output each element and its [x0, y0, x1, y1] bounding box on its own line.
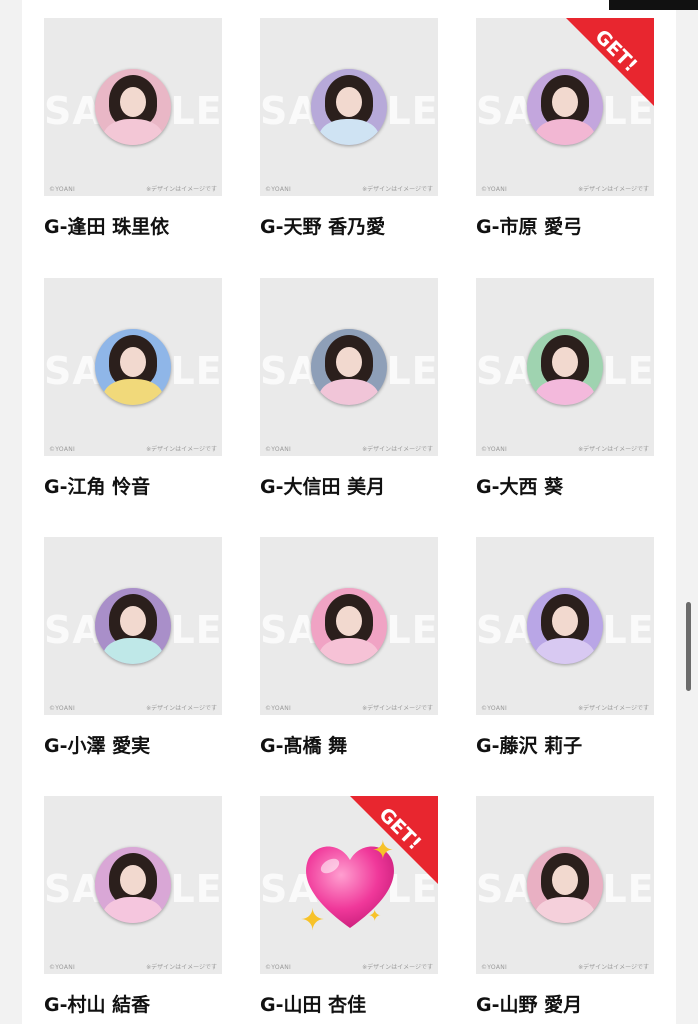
design-note-text: ※デザインはイメージです	[578, 446, 649, 453]
badge-item-card[interactable]: SAMPLE©YOANI※デザインはイメージですG-髙橋 舞	[260, 537, 438, 763]
copyright-text: ©YOANI	[265, 446, 292, 453]
member-photo-badge	[95, 69, 171, 145]
copyright-text: ©YOANI	[481, 705, 508, 712]
member-photo-badge	[95, 847, 171, 923]
get-corner-ribbon: GET!	[350, 796, 438, 884]
badge-thumbnail[interactable]: SAMPLE©YOANI※デザインはイメージです	[260, 278, 438, 456]
member-name: G-天野 香乃愛	[260, 216, 386, 238]
badge-thumbnail[interactable]: SAMPLE©YOANI※デザインはイメージですGET!	[476, 18, 654, 196]
copyright-text: ©YOANI	[481, 186, 508, 193]
badge-item-card[interactable]: SAMPLE©YOANI※デザインはイメージですG-大西 葵	[476, 278, 654, 504]
badge-thumbnail[interactable]: SAMPLE©YOANI※デザインはイメージです	[260, 537, 438, 715]
member-photo-badge	[527, 329, 603, 405]
copyright-text: ©YOANI	[49, 964, 76, 971]
member-name: G-大西 葵	[476, 476, 564, 498]
design-note-text: ※デザインはイメージです	[578, 186, 649, 193]
sparkle-icon: ✦	[300, 903, 326, 938]
member-photo-badge	[95, 329, 171, 405]
badge-thumbnail[interactable]: SAMPLE©YOANI※デザインはイメージです	[476, 537, 654, 715]
badge-item-card[interactable]: SAMPLE©YOANI※デザインはイメージですG-大信田 美月	[260, 278, 438, 504]
badge-thumbnail[interactable]: SAMPLE©YOANI※デザインはイメージです	[44, 796, 222, 974]
member-name: G-逢田 珠里依	[44, 216, 170, 238]
copyright-text: ©YOANI	[265, 705, 292, 712]
member-name: G-山野 愛月	[476, 994, 583, 1016]
member-photo-badge	[95, 588, 171, 664]
member-name: G-藤沢 莉子	[476, 735, 583, 757]
design-note-text: ※デザインはイメージです	[362, 446, 433, 453]
badge-item-card[interactable]: SAMPLE©YOANI※デザインはイメージですGET!G-市原 愛弓	[476, 18, 654, 244]
design-note-text: ※デザインはイメージです	[146, 964, 217, 971]
badge-item-card[interactable]: SAMPLE©YOANI※デザインはイメージですG-藤沢 莉子	[476, 537, 654, 763]
design-note-text: ※デザインはイメージです	[362, 186, 433, 193]
top-bar-fragment	[609, 0, 698, 10]
sparkle-icon: ✦	[368, 906, 382, 925]
member-photo-badge	[311, 588, 387, 664]
member-name: G-市原 愛弓	[476, 216, 583, 238]
get-corner-ribbon: GET!	[566, 18, 654, 106]
copyright-text: ©YOANI	[265, 186, 292, 193]
badge-item-card[interactable]: SAMPLE©YOANI※デザインはイメージですG-天野 香乃愛	[260, 18, 438, 244]
badge-item-card[interactable]: SAMPLE©YOANI※デザインはイメージですG-小澤 愛実	[44, 537, 222, 763]
copyright-text: ©YOANI	[481, 964, 508, 971]
badge-item-card[interactable]: SAMPLE©YOANI※デザインはイメージですG-村山 結香	[44, 796, 222, 1022]
member-name: G-江角 怜音	[44, 476, 151, 498]
badge-item-card[interactable]: SAMPLE©YOANI※デザインはイメージですG-山野 愛月	[476, 796, 654, 1022]
copyright-text: ©YOANI	[49, 446, 76, 453]
badge-item-card[interactable]: SAMPLE✦✦✦©YOANI※デザインはイメージですGET!G-山田 杏佳	[260, 796, 438, 1022]
badge-thumbnail[interactable]: SAMPLE©YOANI※デザインはイメージです	[476, 796, 654, 974]
member-name: G-山田 杏佳	[260, 994, 367, 1016]
scrollbar-thumb[interactable]	[686, 602, 691, 691]
design-note-text: ※デザインはイメージです	[146, 705, 217, 712]
design-note-text: ※デザインはイメージです	[578, 964, 649, 971]
badge-item-card[interactable]: SAMPLE©YOANI※デザインはイメージですG-逢田 珠里依	[44, 18, 222, 244]
copyright-text: ©YOANI	[481, 446, 508, 453]
member-photo-badge	[527, 847, 603, 923]
badge-thumbnail[interactable]: SAMPLE©YOANI※デザインはイメージです	[44, 18, 222, 196]
badge-thumbnail[interactable]: SAMPLE✦✦✦©YOANI※デザインはイメージですGET!	[260, 796, 438, 974]
member-photo-badge	[311, 329, 387, 405]
member-name: G-髙橋 舞	[260, 735, 348, 757]
member-name: G-大信田 美月	[260, 476, 386, 498]
design-note-text: ※デザインはイメージです	[578, 705, 649, 712]
badge-item-card[interactable]: SAMPLE©YOANI※デザインはイメージですG-江角 怜音	[44, 278, 222, 504]
copyright-text: ©YOANI	[49, 186, 76, 193]
design-note-text: ※デザインはイメージです	[362, 705, 433, 712]
copyright-text: ©YOANI	[265, 964, 292, 971]
badge-thumbnail[interactable]: SAMPLE©YOANI※デザインはイメージです	[44, 537, 222, 715]
badge-thumbnail[interactable]: SAMPLE©YOANI※デザインはイメージです	[44, 278, 222, 456]
member-name: G-村山 結香	[44, 994, 151, 1016]
design-note-text: ※デザインはイメージです	[362, 964, 433, 971]
badge-thumbnail[interactable]: SAMPLE©YOANI※デザインはイメージです	[260, 18, 438, 196]
design-note-text: ※デザインはイメージです	[146, 446, 217, 453]
copyright-text: ©YOANI	[49, 705, 76, 712]
member-photo-badge	[311, 69, 387, 145]
member-name: G-小澤 愛実	[44, 735, 151, 757]
design-note-text: ※デザインはイメージです	[146, 186, 217, 193]
badge-thumbnail[interactable]: SAMPLE©YOANI※デザインはイメージです	[476, 278, 654, 456]
member-photo-badge	[527, 588, 603, 664]
